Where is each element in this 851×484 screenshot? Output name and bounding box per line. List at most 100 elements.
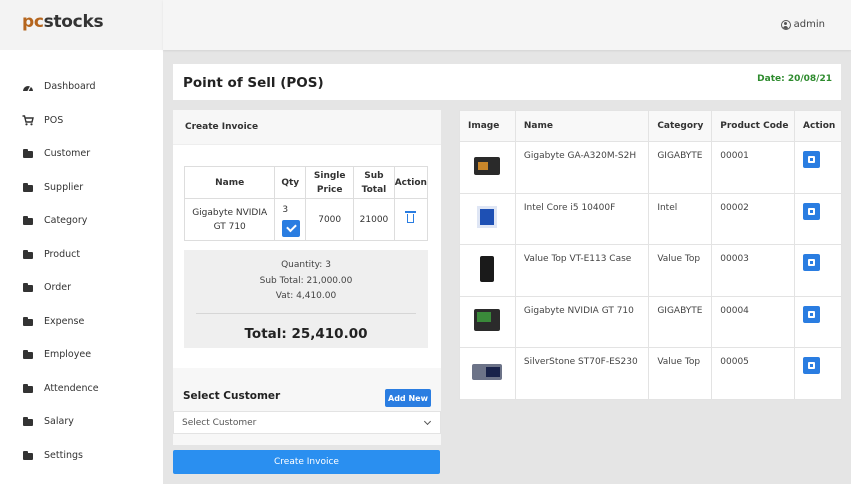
invoice-summary: Quantity: 3 Sub Total: 21,000.00 Vat: 4,… bbox=[184, 250, 428, 348]
cell-action bbox=[794, 347, 842, 400]
add-new-customer-button[interactable]: Add New bbox=[385, 389, 431, 407]
user-menu[interactable]: admin bbox=[780, 19, 825, 30]
add-to-cart-button[interactable] bbox=[803, 151, 821, 168]
products-table: Image Name Category Product Code Action … bbox=[459, 110, 842, 400]
page-title: Point of Sell (POS) bbox=[183, 75, 324, 91]
cell-qty: 3 bbox=[274, 198, 307, 241]
topbar: admin bbox=[163, 0, 851, 50]
cell-name: Intel Core i5 10400F bbox=[514, 192, 650, 245]
column-header: Image bbox=[459, 110, 516, 142]
trash-icon[interactable] bbox=[405, 211, 417, 223]
sidebar-item-customer[interactable]: Customer bbox=[0, 137, 163, 171]
add-to-cart-button[interactable] bbox=[803, 305, 821, 323]
sidebar-item-label: Category bbox=[44, 215, 88, 227]
brand-logo[interactable]: pcstocks bbox=[22, 12, 104, 32]
sidebar-item-label: Product bbox=[44, 248, 81, 260]
folder-icon bbox=[22, 383, 34, 393]
update-qty-button[interactable] bbox=[282, 220, 301, 237]
table-row[interactable]: Value Top VT-E113 Case Value Top 00003 bbox=[459, 244, 842, 297]
cell-name: Gigabyte NVIDIA GT 710 bbox=[183, 198, 276, 241]
column-header: Name bbox=[183, 166, 276, 199]
cell-code: 00004 bbox=[711, 295, 796, 348]
table-row[interactable]: Gigabyte NVIDIA GT 710 GIGABYTE 00004 bbox=[459, 295, 842, 348]
pc-case-image bbox=[480, 255, 495, 282]
chevron-down-icon bbox=[423, 417, 432, 426]
user-name: admin bbox=[793, 19, 825, 30]
sidebar-item-label: Dashboard bbox=[44, 81, 96, 93]
create-invoice-button[interactable]: Create Invoice bbox=[173, 450, 440, 474]
cell-image bbox=[459, 192, 516, 245]
cell-category: Value Top bbox=[648, 347, 713, 400]
table-row[interactable]: Intel Core i5 10400F Intel 00002 bbox=[459, 192, 842, 245]
cell-category: GIGABYTE bbox=[648, 295, 713, 348]
sidebar-item-salary[interactable]: Salary bbox=[0, 405, 163, 439]
cell-name: Value Top VT-E113 Case bbox=[514, 244, 650, 297]
sidebar-item-attendence[interactable]: Attendence bbox=[0, 372, 163, 406]
column-header: Single Price bbox=[305, 166, 355, 199]
summary-total: Total: 25,410.00 bbox=[244, 326, 368, 342]
add-to-cart-button[interactable] bbox=[803, 254, 821, 271]
summary-quantity: Quantity: 3 bbox=[281, 260, 331, 270]
cell-action bbox=[794, 192, 842, 245]
qty-value[interactable]: 3 bbox=[282, 205, 288, 215]
folder-icon bbox=[22, 216, 34, 226]
customer-select[interactable]: Select Customer bbox=[173, 411, 441, 434]
sidebar: pcstocks Dashboard POS Customer Supplier… bbox=[0, 0, 163, 484]
invoice-panel-header: Create Invoice bbox=[173, 110, 441, 145]
table-row[interactable]: Gigabyte GA-A320M-S2H GIGABYTE 00001 bbox=[459, 141, 842, 194]
sidebar-item-category[interactable]: Category bbox=[0, 204, 163, 238]
sidebar-item-label: Order bbox=[44, 282, 71, 294]
sidebar-item-dashboard[interactable]: Dashboard bbox=[0, 70, 163, 104]
column-header: Action bbox=[794, 110, 842, 142]
sidebar-item-order[interactable]: Order bbox=[0, 271, 163, 305]
table-row: Gigabyte NVIDIA GT 710 3 7000 21000 bbox=[183, 198, 429, 241]
cell-action bbox=[794, 244, 842, 297]
sidebar-nav: Dashboard POS Customer Supplier Category… bbox=[0, 70, 163, 472]
cell-category: GIGABYTE bbox=[648, 141, 713, 194]
cart-icon bbox=[22, 115, 34, 126]
select-customer-label: Select Customer bbox=[183, 390, 281, 402]
cpu-box-image bbox=[477, 206, 498, 229]
sidebar-item-supplier[interactable]: Supplier bbox=[0, 171, 163, 205]
cell-code: 00001 bbox=[711, 141, 796, 194]
cell-image bbox=[459, 295, 516, 348]
sidebar-item-pos[interactable]: POS bbox=[0, 104, 163, 138]
sidebar-item-label: Expense bbox=[44, 315, 85, 327]
sidebar-item-label: Settings bbox=[44, 449, 83, 461]
graphics-card-image bbox=[474, 309, 501, 332]
summary-divider bbox=[196, 313, 416, 314]
cell-code: 00002 bbox=[711, 192, 796, 245]
folder-icon bbox=[22, 283, 34, 293]
logo-area: pcstocks bbox=[0, 0, 163, 50]
sidebar-item-product[interactable]: Product bbox=[0, 238, 163, 272]
sidebar-item-employee[interactable]: Employee bbox=[0, 338, 163, 372]
cell-code: 00005 bbox=[711, 347, 796, 400]
add-to-cart-button[interactable] bbox=[803, 202, 821, 220]
table-row[interactable]: SilverStone ST70F-ES230 Value Top 00005 bbox=[459, 347, 842, 400]
brand-logo-rest: stocks bbox=[43, 12, 104, 32]
sidebar-item-label: Salary bbox=[44, 416, 74, 428]
cell-category: Value Top bbox=[648, 244, 713, 297]
customer-select-value: Select Customer bbox=[182, 417, 257, 428]
cell-name: Gigabyte NVIDIA GT 710 bbox=[514, 295, 650, 348]
cell-name: SilverStone ST70F-ES230 bbox=[514, 347, 650, 400]
folder-icon bbox=[22, 149, 34, 159]
column-header: Category bbox=[648, 110, 713, 142]
cell-image bbox=[459, 347, 516, 400]
invoice-table: Name Qty Single Price Sub Total Action G… bbox=[183, 166, 429, 241]
user-icon bbox=[780, 19, 791, 30]
invoice-panel: Create Invoice Name Qty Single Price Sub… bbox=[173, 110, 441, 445]
add-to-cart-button[interactable] bbox=[803, 357, 821, 374]
folder-icon bbox=[22, 417, 34, 427]
sidebar-item-expense[interactable]: Expense bbox=[0, 305, 163, 339]
folder-icon bbox=[22, 450, 34, 460]
folder-icon bbox=[22, 350, 34, 360]
summary-vat: Vat: 4,410.00 bbox=[275, 291, 337, 301]
column-header: Name bbox=[514, 110, 650, 142]
sidebar-item-settings[interactable]: Settings bbox=[0, 439, 163, 473]
cell-action bbox=[794, 141, 842, 194]
cell-image bbox=[459, 141, 516, 194]
sidebar-item-label: POS bbox=[44, 114, 64, 126]
column-header: Product Code bbox=[711, 110, 796, 142]
folder-icon bbox=[22, 249, 34, 259]
